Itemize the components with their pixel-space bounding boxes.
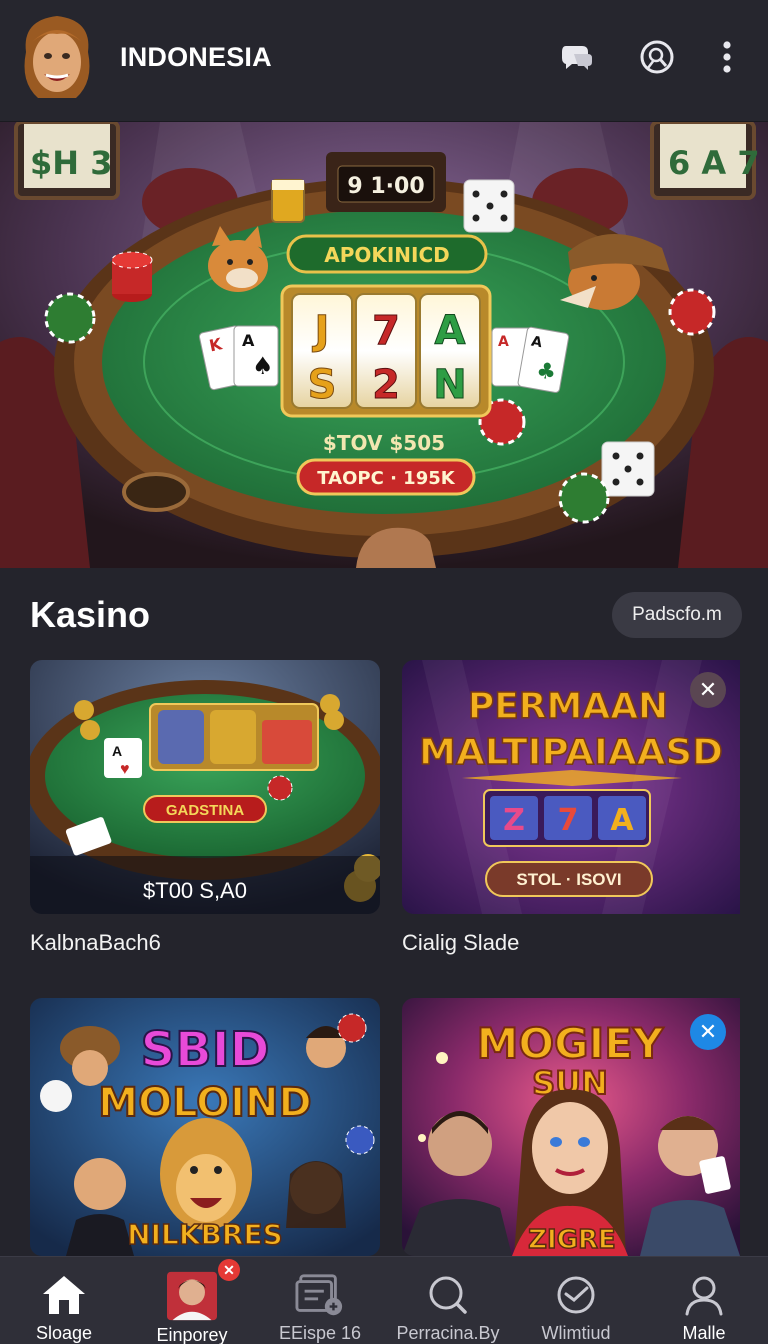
pot-text: $TOV $505 — [323, 431, 445, 455]
top-app-bar: INDONESIA — [0, 0, 768, 122]
home-icon — [39, 1271, 89, 1319]
reel-symbol: Z — [503, 803, 525, 838]
nav-item-cards[interactable]: EEispe 16 — [256, 1257, 384, 1344]
nav-item-history[interactable]: Wlimtiud — [512, 1257, 640, 1344]
card-banner: GADSTINA — [166, 802, 245, 819]
sign-left-text: $H 3 — [30, 144, 112, 182]
bottom-navigation: Sloage ✕ Einporey EEispe 16 Perracina.By… — [0, 1256, 768, 1344]
reel-symbol: A — [610, 803, 634, 838]
clock-icon — [551, 1271, 601, 1319]
nav-item-profile[interactable]: ✕ Einporey — [128, 1257, 256, 1344]
reel-symbol: A — [435, 308, 466, 354]
svg-text:A: A — [498, 334, 509, 350]
nav-label: Einporey — [156, 1325, 228, 1344]
card-title: Cialig Slade — [402, 930, 520, 955]
reel-symbol: J — [312, 308, 330, 354]
game-card[interactable]: MOGIEY SUN ZIGRE ✕ — [402, 998, 752, 1256]
reel-symbol: 2 — [372, 362, 400, 408]
chip-stack-left — [111, 251, 153, 302]
hero-button-text: TAOPC · 195K — [317, 468, 455, 489]
nav-label: Sloage — [35, 1323, 93, 1343]
card-headline: MALTIPAIAASD — [419, 732, 723, 773]
svg-text:♥: ♥ — [120, 761, 130, 778]
cards-add-icon — [295, 1271, 345, 1319]
nav-label: EEispe 16 — [278, 1323, 362, 1343]
search-icon — [423, 1271, 473, 1319]
card-value: $T00 S,A0 — [143, 878, 247, 903]
card-footer-text: NILKBRES — [127, 1218, 283, 1251]
avatar[interactable] — [20, 12, 94, 104]
notification-badge: ✕ — [218, 1259, 240, 1281]
close-icon[interactable]: ✕ — [690, 672, 726, 708]
reel-symbol: 7 — [558, 803, 579, 838]
svg-text:A: A — [242, 331, 255, 350]
card-headline: SBID — [141, 1022, 270, 1078]
chat-icon[interactable] — [556, 36, 598, 78]
card-headline: MOGIEY — [477, 1019, 664, 1068]
profile-avatar-icon — [167, 1271, 217, 1321]
nav-label: Wlimtiud — [541, 1323, 611, 1343]
card-headline: PERMAAN — [468, 686, 668, 727]
reel-symbol: N — [433, 362, 466, 408]
nav-label: Malle — [682, 1323, 726, 1343]
more-vertical-icon[interactable] — [706, 36, 748, 78]
game-card[interactable]: SBID MOLOIND NILKBRES — [30, 998, 380, 1256]
section-filter-button[interactable]: Padscfo.m — [612, 592, 742, 638]
reel-symbol: 7 — [372, 308, 400, 354]
svg-text:A: A — [112, 743, 122, 759]
card-title: KalbnaBach6 — [30, 930, 161, 955]
nav-item-search[interactable]: Perracina.By — [384, 1257, 512, 1344]
nav-item-account[interactable]: Malle — [640, 1257, 768, 1344]
timer-text: 9 1·00 — [347, 174, 424, 199]
hero-banner[interactable]: $H 3 6 A 7 9 1·00 APOKINICD K A ♠ A A ♣ … — [0, 122, 768, 568]
reel-symbol: S — [308, 362, 337, 408]
search-icon[interactable] — [636, 36, 678, 78]
svg-text:♠: ♠ — [252, 352, 274, 380]
close-icon[interactable]: ✕ — [690, 1014, 726, 1050]
app-title: INDONESIA — [120, 42, 272, 72]
hero-banner-text: APOKINICD — [324, 243, 450, 267]
section-title: Kasino — [30, 594, 151, 635]
sign-right-text: 6 A 7 — [668, 144, 760, 182]
game-card[interactable]: PERMAAN MALTIPAIAASD Z 7 A STOL · ISOVI … — [402, 660, 752, 914]
nav-item-home[interactable]: Sloage — [0, 1257, 128, 1344]
user-icon — [679, 1271, 729, 1319]
card-button-text: STOL · ISOVI — [516, 870, 621, 889]
card-footer-text: ZIGRE — [528, 1225, 616, 1255]
game-card[interactable]: A ♥ GADSTINA $T00 S,A0 — [30, 660, 380, 914]
nav-label: Perracina.By — [396, 1323, 500, 1343]
